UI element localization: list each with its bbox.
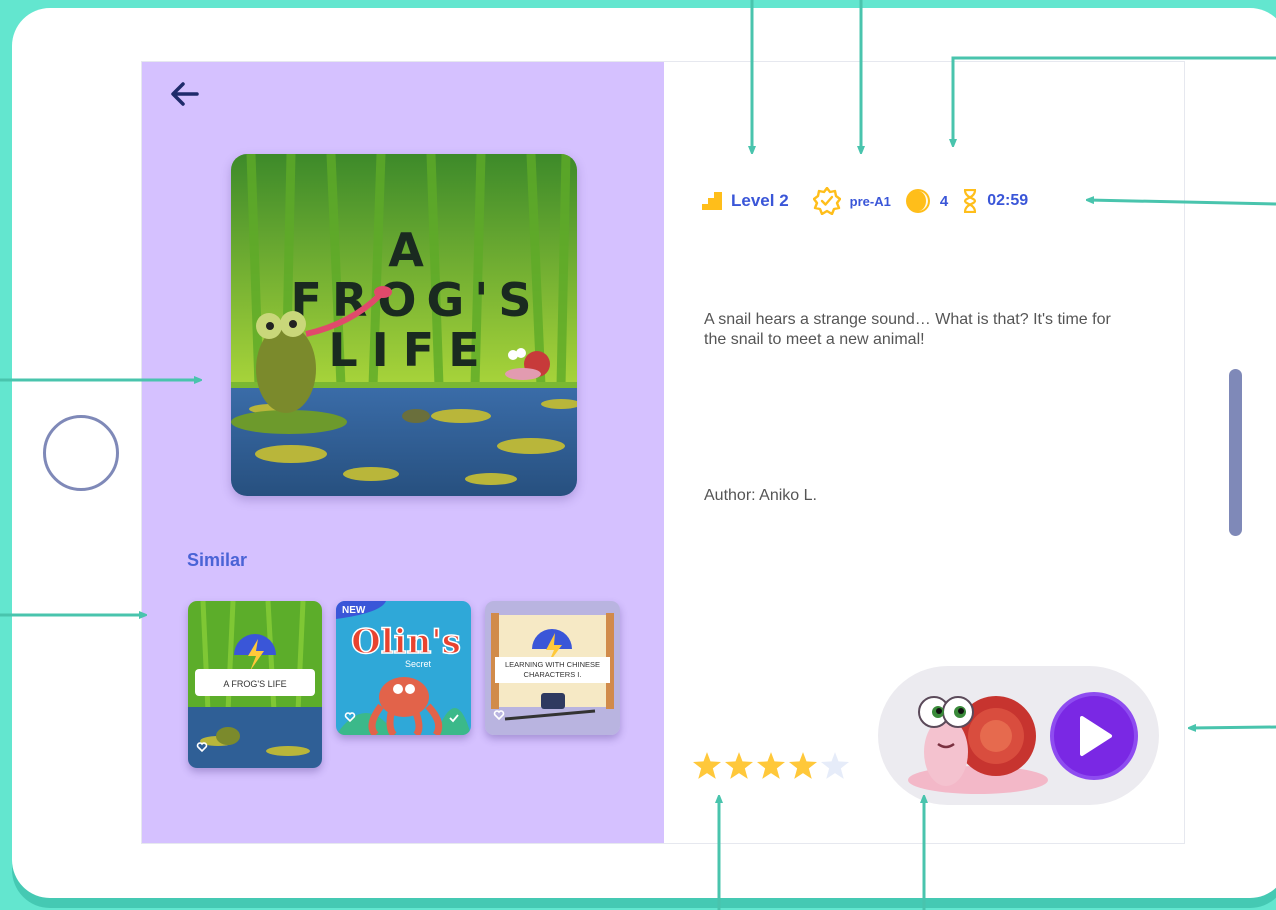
similar-book-2[interactable]: NEW Olin's Secret — [336, 601, 471, 735]
home-button[interactable] — [43, 415, 119, 491]
scroll-handle[interactable] — [1229, 369, 1242, 536]
duration-text: 02:59 — [987, 192, 1029, 209]
badge-check-icon — [812, 187, 841, 215]
star-icon[interactable] — [725, 752, 753, 779]
count-badge: 4 — [905, 188, 948, 214]
left-panel: A FROG'S LIFE Similar A FROG'S LIFE NEW … — [142, 62, 664, 843]
similar-book-1[interactable]: A FROG'S LIFE — [188, 601, 322, 768]
book-meta-row: Level 2 pre-A1 4 02:59 — [702, 187, 1046, 215]
back-arrow-icon — [171, 82, 199, 106]
star-empty-icon[interactable] — [821, 752, 849, 779]
book-detail-screen: A FROG'S LIFE Similar A FROG'S LIFE NEW … — [141, 61, 1185, 844]
rating-stars[interactable] — [693, 752, 849, 779]
hourglass-icon — [964, 189, 977, 213]
star-icon[interactable] — [757, 752, 785, 779]
level-steps-icon — [702, 192, 722, 210]
cover-title-2: FROG'S — [291, 273, 542, 327]
cefr-badge: pre-A1 — [812, 187, 891, 215]
star-icon[interactable] — [693, 752, 721, 779]
similar-3-label: LEARNING WITH CHINESE CHARACTERS I. — [504, 660, 600, 679]
back-button[interactable] — [164, 76, 204, 112]
play-button[interactable] — [1050, 692, 1138, 780]
similar-heading: Similar — [187, 550, 248, 570]
level-badge: Level 2 — [702, 191, 789, 211]
snail-mascot-icon — [908, 696, 1048, 794]
play-area[interactable] — [878, 666, 1159, 805]
duration-badge: 02:59 — [962, 189, 1028, 213]
similar-1-label: A FROG'S LIFE — [223, 679, 286, 689]
level-text: Level 2 — [731, 191, 789, 210]
new-badge: NEW — [342, 605, 366, 616]
count-text: 4 — [939, 192, 949, 210]
book-author: Author: Aniko L. — [704, 487, 817, 504]
book-cover: A FROG'S LIFE — [231, 154, 577, 496]
similar-book-3[interactable]: LEARNING WITH CHINESE CHARACTERS I. — [485, 601, 620, 735]
cefr-text: pre-A1 — [849, 193, 891, 209]
book-description: A snail hears a strange sound… What is t… — [704, 311, 1111, 348]
cover-title-3: LIFE — [328, 323, 493, 377]
coin-icon — [905, 189, 930, 213]
play-icon — [1080, 716, 1112, 756]
cover-title-1: A — [388, 223, 424, 277]
similar-2-sub: Secret — [405, 659, 432, 669]
star-icon[interactable] — [789, 752, 817, 779]
similar-2-label: Olin's — [351, 622, 461, 662]
